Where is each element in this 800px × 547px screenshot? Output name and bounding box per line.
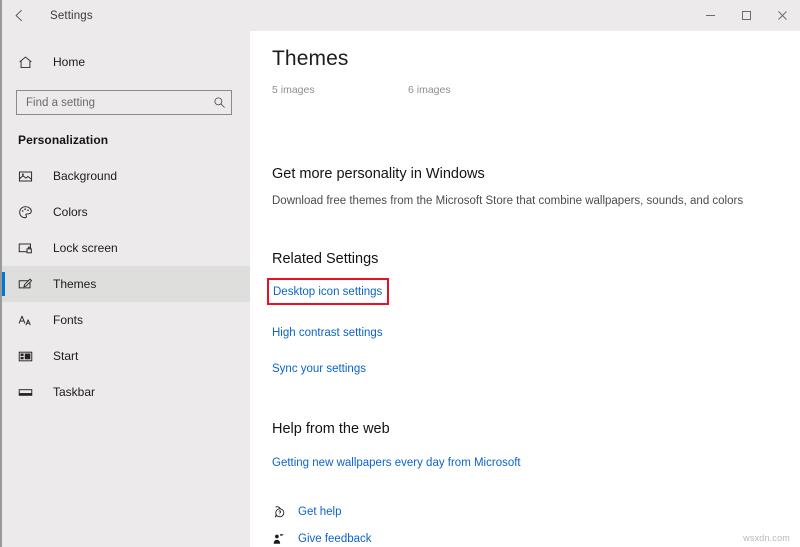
- link-sync-your-settings[interactable]: Sync your settings: [272, 363, 366, 375]
- sidebar-item-start-label: Start: [53, 349, 78, 363]
- sidebar-item-taskbar-label: Taskbar: [53, 385, 95, 399]
- sidebar-item-background-label: Background: [53, 169, 117, 183]
- start-tiles-icon: [18, 349, 36, 364]
- link-getting-new-wallpapers[interactable]: Getting new wallpapers every day from Mi…: [272, 457, 521, 469]
- sidebar-category-title: Personalization: [2, 133, 250, 147]
- close-icon[interactable]: [764, 0, 800, 31]
- title-bar: Settings: [2, 0, 800, 31]
- theme-thumbnail-captions: 5 images 6 images: [272, 84, 800, 100]
- sidebar-item-colors-label: Colors: [53, 205, 88, 219]
- sidebar-item-colors[interactable]: Colors: [2, 194, 250, 230]
- link-high-contrast-settings[interactable]: High contrast settings: [272, 327, 383, 339]
- taskbar-icon: [18, 385, 36, 400]
- sidebar-item-start[interactable]: Start: [2, 338, 250, 374]
- minimize-icon[interactable]: [692, 0, 728, 31]
- help-web-link-row: Getting new wallpapers every day from Mi…: [272, 453, 800, 471]
- sidebar-item-lock-screen-label: Lock screen: [53, 241, 118, 255]
- settings-window: Settings Home: [0, 0, 800, 547]
- feedback-person-icon: [272, 532, 294, 546]
- search-input[interactable]: [17, 91, 207, 114]
- promo-description: Download free themes from the Microsoft …: [272, 195, 800, 207]
- sidebar-item-themes-label: Themes: [53, 277, 96, 291]
- link-desktop-icon-settings[interactable]: Desktop icon settings: [273, 286, 382, 298]
- picture-icon: [18, 169, 36, 184]
- title-bar-left: Settings: [2, 0, 93, 31]
- lock-screen-icon: [18, 241, 36, 256]
- thumbnail-caption: 5 images: [272, 84, 315, 96]
- app-title: Settings: [50, 10, 93, 22]
- sidebar-item-themes[interactable]: Themes: [2, 266, 250, 302]
- home-icon: [18, 55, 36, 70]
- sidebar-item-home-label: Home: [53, 55, 85, 69]
- promo-heading: Get more personality in Windows: [272, 166, 800, 182]
- fonts-icon: [18, 313, 36, 328]
- search-icon[interactable]: [207, 96, 231, 109]
- link-give-feedback[interactable]: Give feedback: [298, 533, 372, 545]
- search-box[interactable]: [16, 90, 232, 115]
- back-arrow-icon[interactable]: [2, 0, 36, 31]
- content-pane: Themes 5 images 6 images Get more person…: [250, 31, 800, 547]
- sidebar-nav-list: Background Colors: [2, 158, 250, 410]
- sidebar-item-home[interactable]: Home: [2, 45, 250, 79]
- give-feedback-row[interactable]: Give feedback: [272, 532, 800, 546]
- desktop-icon-settings-highlight: Desktop icon settings: [267, 278, 389, 305]
- window-controls: [692, 0, 800, 31]
- maximize-icon[interactable]: [728, 0, 764, 31]
- related-link-row: High contrast settings: [272, 323, 800, 341]
- sidebar-item-fonts[interactable]: Fonts: [2, 302, 250, 338]
- related-link-row: Sync your settings: [272, 359, 800, 377]
- watermark: wsxdn.com: [743, 533, 790, 543]
- sidebar: Home Personalization: [2, 31, 250, 547]
- themes-brush-icon: [18, 277, 36, 292]
- page-title: Themes: [272, 47, 800, 71]
- sidebar-item-lock-screen[interactable]: Lock screen: [2, 230, 250, 266]
- thumbnail-caption: 6 images: [408, 84, 451, 96]
- question-bubble-icon: [272, 505, 294, 519]
- palette-icon: [18, 205, 36, 220]
- help-heading: Help from the web: [272, 421, 800, 437]
- related-settings-heading: Related Settings: [272, 251, 800, 267]
- get-help-row[interactable]: Get help: [272, 505, 800, 519]
- sidebar-item-background[interactable]: Background: [2, 158, 250, 194]
- sidebar-item-taskbar[interactable]: Taskbar: [2, 374, 250, 410]
- link-get-help[interactable]: Get help: [298, 506, 341, 518]
- sidebar-item-fonts-label: Fonts: [53, 313, 83, 327]
